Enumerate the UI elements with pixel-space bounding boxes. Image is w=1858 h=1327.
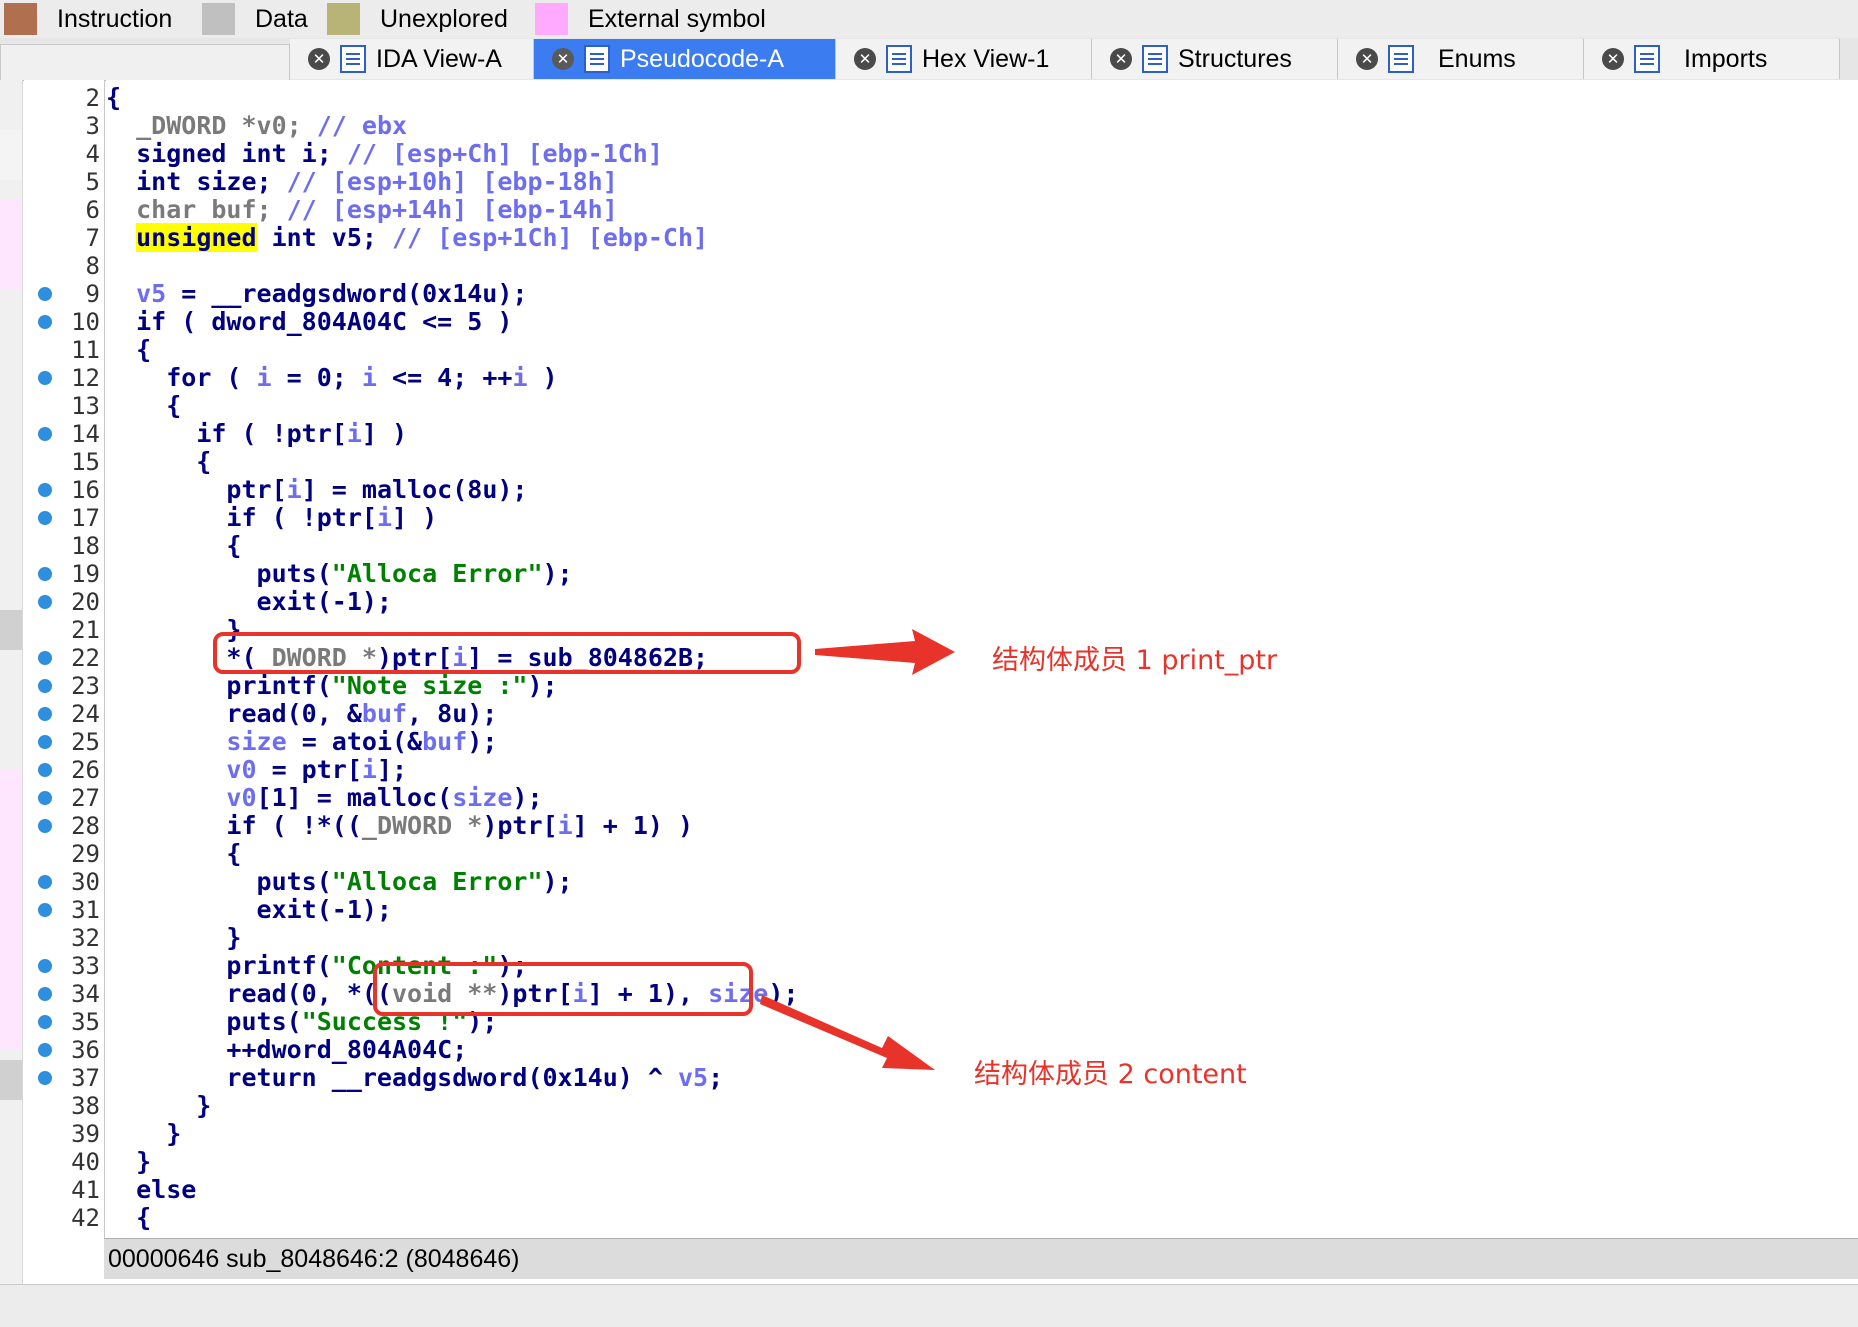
status-bar: 00000646 sub_8048646:2 (8048646) (104, 1238, 1858, 1279)
bottom-bar (0, 1284, 1858, 1327)
status-text: 00000646 sub_8048646:2 (8048646) (108, 1245, 520, 1273)
annotation-content: 结构体成员 2 content (974, 1059, 1247, 1090)
annotation-print-ptr: 结构体成员 1 print_ptr (992, 645, 1278, 676)
annotation-arrow (760, 995, 935, 1070)
annotation-arrow (815, 629, 955, 675)
highlight-box-content (373, 962, 753, 1016)
highlight-box-print-ptr (213, 632, 801, 674)
